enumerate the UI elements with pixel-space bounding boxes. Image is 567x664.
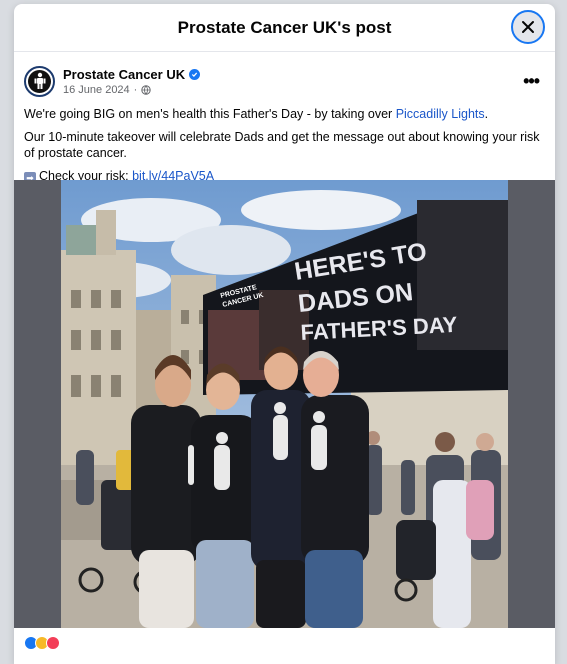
page-avatar[interactable]: [24, 65, 55, 97]
close-button[interactable]: [511, 10, 545, 44]
reaction-summary[interactable]: [24, 636, 65, 650]
verified-badge-icon: [189, 68, 201, 80]
post-footer: [14, 628, 555, 664]
post-date-link[interactable]: 16 June 2024: [63, 84, 130, 96]
globe-icon: [141, 84, 152, 95]
post-header: Prostate Cancer UK 16 June 2024 · •••: [14, 52, 555, 100]
post-dialog: Prostate Cancer UK's post Prostate Cance…: [14, 4, 555, 664]
post-media[interactable]: HERE'S TO DADS ON FATHER'S DAY PROSTATE …: [14, 180, 555, 628]
post-paragraph-1: We're going BIG on men's health this Fat…: [24, 107, 489, 121]
post-text: We're going BIG on men's health this Fat…: [14, 100, 555, 184]
more-options-button[interactable]: •••: [519, 71, 543, 92]
post-meta: Prostate Cancer UK 16 June 2024 ·: [63, 67, 519, 96]
page-name-link[interactable]: Prostate Cancer UK: [63, 67, 185, 82]
close-icon: [522, 21, 534, 33]
man-logo-icon: [34, 72, 45, 89]
billboard-photo-image: HERE'S TO DADS ON FATHER'S DAY PROSTATE …: [61, 180, 508, 628]
post-paragraph-2: Our 10-minute takeover will celebrate Da…: [24, 130, 540, 160]
dialog-title: Prostate Cancer UK's post: [177, 17, 392, 37]
post-photo[interactable]: HERE'S TO DADS ON FATHER'S DAY PROSTATE …: [61, 180, 508, 628]
piccadilly-lights-link[interactable]: Piccadilly Lights: [396, 107, 485, 121]
more-dots-icon: •••: [523, 70, 540, 91]
love-reaction-icon: [46, 636, 60, 650]
dialog-header: Prostate Cancer UK's post: [14, 4, 555, 52]
